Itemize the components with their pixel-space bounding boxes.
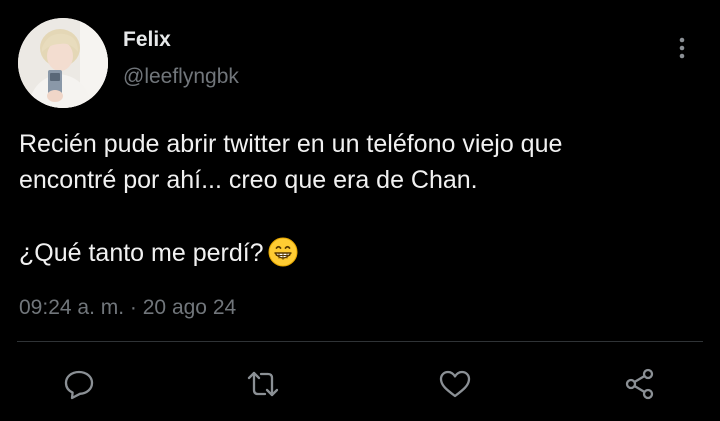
tweet-text-line: Recién pude abrir twitter en un teléfono…	[19, 130, 563, 158]
author-display-name[interactable]: Felix	[123, 27, 171, 53]
like-button[interactable]	[437, 366, 473, 402]
tweet-text-line: encontré por ahí... creo que era de Chan…	[19, 166, 478, 194]
reply-icon	[64, 370, 94, 400]
tweet-detail: Felix @leeflyngbk Recién pude abrir twit…	[0, 0, 720, 421]
tweet-timestamp[interactable]: 09:24 a. m. · 20 ago 24	[19, 296, 236, 320]
tweet-date: 20 ago 24	[142, 296, 237, 319]
tweet-text: Recién pude abrir twitter en un teléfono…	[19, 126, 709, 277]
tweet-question: ¿Qué tanto me perdí?	[19, 239, 264, 267]
retweet-button[interactable]	[245, 366, 281, 402]
heart-icon	[439, 370, 471, 398]
tweet-time: 09:24 a. m.	[19, 296, 125, 319]
share-button[interactable]	[622, 366, 658, 402]
retweet-icon	[247, 371, 279, 397]
avatar[interactable]	[18, 18, 108, 108]
profile-photo-image	[18, 18, 108, 108]
author-handle[interactable]: @leeflyngbk	[123, 64, 239, 90]
meta-separator: ·	[129, 296, 137, 319]
share-icon	[625, 368, 654, 400]
more-vertical-icon	[679, 37, 685, 59]
tweet-question-line: ¿Qué tanto me perdí?	[19, 235, 709, 277]
grinning-face-emoji-icon	[268, 237, 298, 277]
reply-button[interactable]	[61, 366, 97, 402]
divider	[17, 341, 703, 342]
more-options-button[interactable]	[668, 32, 696, 64]
